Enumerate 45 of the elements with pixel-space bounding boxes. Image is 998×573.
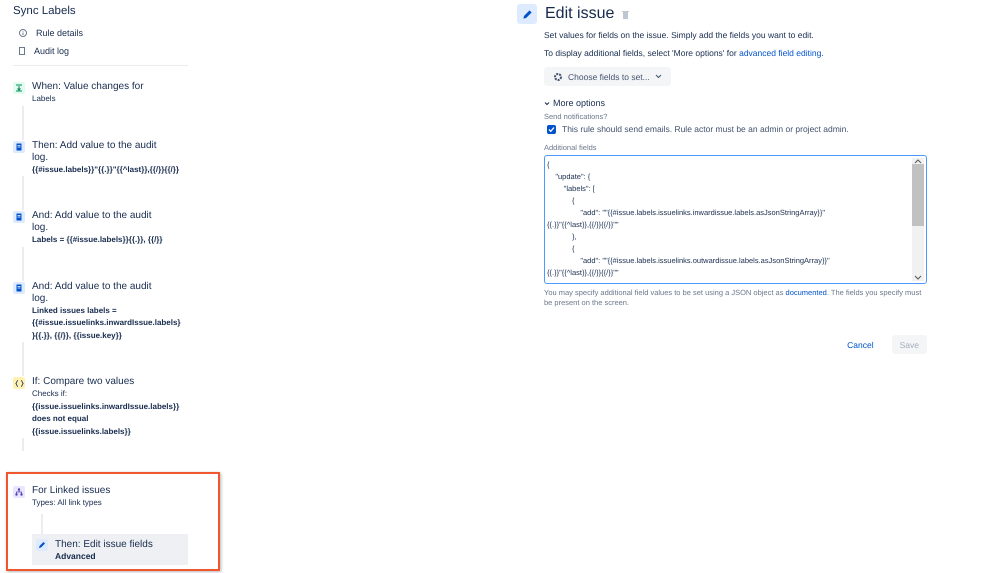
nav-link[interactable]: Audit log xyxy=(34,46,70,56)
step-title[interactable]: When: Value changes for xyxy=(32,81,162,93)
step-detail: Checks if: xyxy=(32,388,68,400)
nav-link[interactable]: Rule details xyxy=(36,28,84,38)
cancel-button[interactable]: Cancel xyxy=(839,335,882,354)
step-detail: {{#issue.labels}}"{{.}}"{{^last}},{{/}}{{/}} xyxy=(32,164,180,176)
scroll-down-icon[interactable] xyxy=(914,275,922,281)
step-detail: Labels = {{#issue.labels}}{{.}}, {{/}} xyxy=(32,234,163,246)
scrollbar[interactable] xyxy=(912,158,924,281)
checkbox-label: This rule should send emails. Rule actor must be an admin or project admin. xyxy=(562,124,849,134)
step-detail: Labels xyxy=(32,93,57,105)
step-title[interactable]: For Linked issues xyxy=(32,485,162,497)
checkbox[interactable] xyxy=(547,124,556,134)
step-detail: }{{.}}, {{/}}, {{issue.key}} xyxy=(32,330,123,342)
braces-icon xyxy=(13,377,25,389)
pencil-icon xyxy=(36,538,48,550)
settings-icon xyxy=(553,72,563,82)
step-title[interactable]: And: Add value to the audit log. xyxy=(32,210,162,234)
intro-text: Set values for fields on the issue. Simply add the fields you want to edit. xyxy=(544,30,815,40)
step-title[interactable]: If: Compare two values xyxy=(32,376,162,388)
rule-title: Sync Labels xyxy=(13,5,77,17)
hint-text: To display additional fields, select 'More options' for advanced field editing. xyxy=(544,48,825,58)
chevron-down-icon xyxy=(654,74,662,79)
step-detail: Types: All link types xyxy=(32,497,103,509)
choose-fields-button[interactable]: Choose fields to set... xyxy=(544,67,671,86)
chevron-icon xyxy=(544,100,550,106)
step-title: Then: Edit issue fields xyxy=(55,538,153,550)
branch-icon xyxy=(13,486,25,498)
pencil-icon xyxy=(517,4,537,24)
step-detail: Advanced xyxy=(55,550,97,560)
step-card[interactable]: Then: Edit issue fields Advanced xyxy=(32,534,188,564)
step-title[interactable]: And: Add value to the audit log. xyxy=(32,280,162,304)
more-options-toggle[interactable]: More options xyxy=(544,98,606,108)
info-icon xyxy=(19,29,27,37)
scroll-up-icon[interactable] xyxy=(914,158,922,164)
advanced-editing-link[interactable]: advanced field editing xyxy=(739,48,822,58)
document-icon xyxy=(19,47,25,55)
step-detail: {{issue.issuelinks.labels}} xyxy=(32,426,132,438)
step-detail: Linked issues labels = xyxy=(32,304,118,316)
step-detail: {{issue.issuelinks.inwardIssue.labels}} xyxy=(32,400,180,413)
step-detail: does not equal xyxy=(32,413,90,425)
step-detail: {{#issue.issuelinks.inwardIssue.labels} xyxy=(32,317,181,329)
page-title: Edit issue xyxy=(545,5,614,23)
download-arrow-icon xyxy=(13,82,25,94)
step-title[interactable]: Then: Add value to the audit log. xyxy=(32,140,162,164)
